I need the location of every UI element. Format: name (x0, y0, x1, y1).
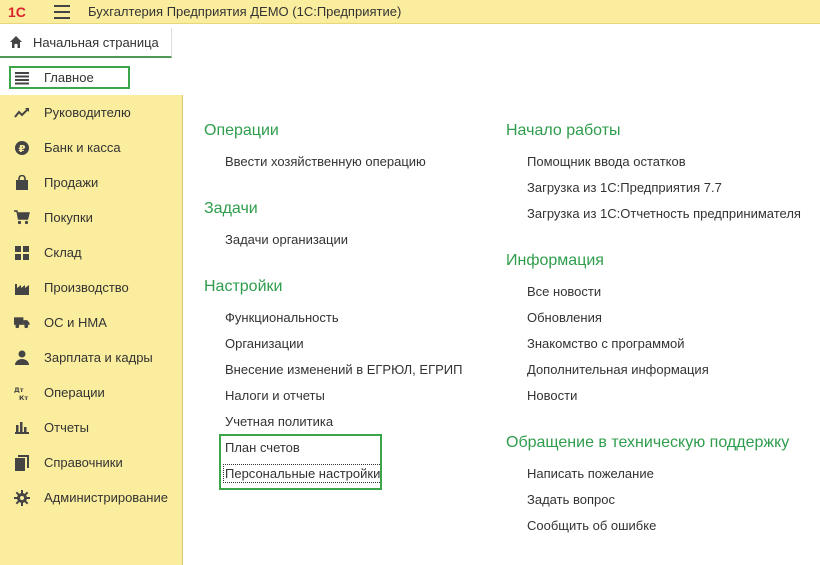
sidebar-item-label: Главное (44, 70, 94, 85)
cart-icon (14, 210, 30, 226)
sidebar-item-bank[interactable]: ₽ Банк и касса (0, 130, 183, 165)
link-chart-of-accounts[interactable]: План счетов (225, 440, 300, 455)
sidebar-item-operations[interactable]: Дт Кт Операции (0, 375, 183, 410)
ruble-icon: ₽ (14, 140, 30, 156)
sidebar-item-main[interactable]: Главное (0, 60, 183, 95)
section-title-getting-started: Начало работы (506, 122, 621, 139)
sidebar-item-label: Справочники (44, 455, 123, 470)
link-org-tasks[interactable]: Задачи организации (225, 232, 348, 247)
factory-icon (14, 280, 30, 296)
sidebar-item-admin[interactable]: Администрирование (0, 480, 183, 515)
hamburger-bar (54, 4, 70, 7)
list-icon (14, 70, 30, 86)
sidebar-item-purchases[interactable]: Покупки (0, 200, 183, 235)
link-functionality[interactable]: Функциональность (225, 310, 339, 325)
link-ask-question[interactable]: Задать вопрос (527, 492, 615, 507)
tab-start-page-label: Начальная страница (33, 34, 159, 50)
sidebar-item-label: Производство (44, 280, 129, 295)
bag-icon (14, 174, 30, 191)
sidebar-item-manager[interactable]: Руководителю (0, 95, 183, 130)
sidebar-item-label: ОС и НМА (44, 315, 107, 330)
home-icon (10, 36, 22, 48)
sidebar-item-warehouse[interactable]: Склад (0, 235, 183, 270)
main-menu-button[interactable] (54, 4, 70, 19)
main-content: Операции Ввести хозяйственную операцию З… (184, 60, 820, 565)
book-icon (14, 454, 30, 471)
1c-logo-icon: 1С (8, 4, 26, 20)
sidebar-item-salary[interactable]: Зарплата и кадры (0, 340, 183, 375)
link-enter-operation[interactable]: Ввести хозяйственную операцию (225, 154, 426, 169)
link-accounting-policy[interactable]: Учетная политика (225, 414, 333, 429)
link-taxes-reports[interactable]: Налоги и отчеты (225, 388, 325, 403)
link-write-wish[interactable]: Написать пожелание (527, 466, 654, 481)
section-title-tasks: Задачи (204, 200, 258, 217)
link-organizations[interactable]: Организации (225, 336, 304, 351)
title-bar: 1С Бухгалтерия Предприятия ДЕМО (1С:Пред… (0, 0, 820, 24)
link-personal-settings[interactable]: Персональные настройки (222, 464, 383, 483)
sidebar-item-label: Склад (44, 245, 82, 260)
sidebar-item-assets[interactable]: ОС и НМА (0, 305, 183, 340)
link-intro[interactable]: Знакомство с программой (527, 336, 685, 351)
grid-icon (14, 245, 30, 261)
section-title-settings: Настройки (204, 278, 283, 295)
sidebar-item-references[interactable]: Справочники (0, 445, 183, 480)
person-icon (14, 350, 30, 366)
link-all-news[interactable]: Все новости (527, 284, 601, 299)
section-title-support: Обращение в техническую поддержку (506, 434, 790, 451)
app-title: Бухгалтерия Предприятия ДЕМО (1С:Предпри… (88, 4, 402, 19)
tab-start-page[interactable]: Начальная страница (0, 28, 172, 58)
link-egrul-changes[interactable]: Внесение изменений в ЕГРЮЛ, ЕГРИП (225, 362, 462, 377)
sidebar-item-label: Покупки (44, 210, 93, 225)
link-import-77[interactable]: Загрузка из 1С:Предприятия 7.7 (527, 180, 722, 195)
sidebar-item-reports[interactable]: Отчеты (0, 410, 183, 445)
sidebar-item-label: Руководителю (44, 105, 131, 120)
sidebar-item-label: Зарплата и кадры (44, 350, 153, 365)
link-additional-info[interactable]: Дополнительная информация (527, 362, 709, 377)
section-title-operations: Операции (204, 122, 279, 139)
link-news[interactable]: Новости (527, 388, 577, 403)
gear-icon (14, 489, 30, 506)
sidebar-item-label: Операции (44, 385, 105, 400)
sidebar-item-label: Администрирование (44, 490, 168, 505)
1c-logo[interactable]: 1С (8, 4, 38, 20)
link-balances-wizard[interactable]: Помощник ввода остатков (527, 154, 686, 169)
sidebar-item-sales[interactable]: Продажи (0, 165, 183, 200)
dt-kt-icon: Дт Кт (14, 385, 30, 401)
sidebar: Главное Руководителю ₽ Банк и касса Прод… (0, 60, 183, 565)
svg-text:1С: 1С (8, 4, 26, 20)
sidebar-item-label: Банк и касса (44, 140, 121, 155)
link-updates[interactable]: Обновления (527, 310, 602, 325)
sidebar-item-label: Отчеты (44, 420, 89, 435)
bar-chart-icon (14, 420, 30, 436)
hamburger-bar (54, 16, 70, 19)
section-title-information: Информация (506, 252, 604, 269)
sidebar-item-label: Продажи (44, 175, 99, 190)
link-import-entrepreneur[interactable]: Загрузка из 1С:Отчетность предпринимател… (527, 206, 801, 221)
trend-icon (14, 105, 30, 121)
svg-text:₽: ₽ (19, 144, 26, 155)
truck-icon (14, 315, 30, 331)
sidebar-item-production[interactable]: Производство (0, 270, 183, 305)
svg-text:Кт: Кт (19, 394, 28, 401)
svg-text:Дт: Дт (14, 386, 24, 394)
link-report-error[interactable]: Сообщить об ошибке (527, 518, 656, 533)
hamburger-bar (54, 10, 70, 13)
